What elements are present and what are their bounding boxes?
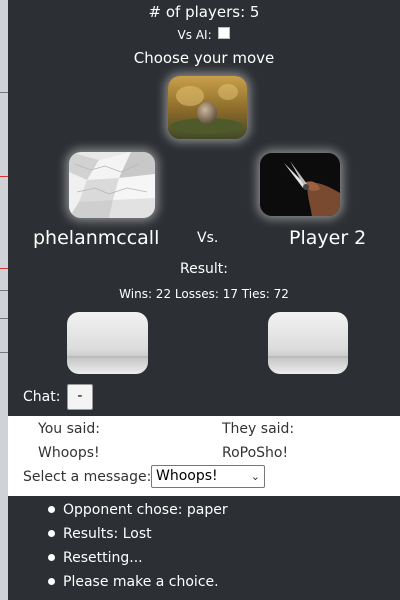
chat-panel: You said: They said: Whoops! RoPoSho! Se… bbox=[8, 416, 400, 496]
message-select[interactable]: Whoops! ⌄ bbox=[151, 465, 265, 488]
rock-move-button[interactable] bbox=[168, 76, 247, 139]
edge-tick bbox=[0, 290, 8, 291]
edge-tick bbox=[0, 352, 8, 353]
vs-label: Vs. bbox=[197, 230, 219, 246]
select-message-label: Select a message: bbox=[23, 469, 152, 485]
chevron-down-icon: ⌄ bbox=[250, 470, 260, 483]
player-left-choice-slot bbox=[67, 312, 148, 374]
player-right-choice-slot bbox=[268, 312, 348, 374]
player-left-name: phelanmccall bbox=[33, 227, 160, 249]
edge-tick bbox=[0, 268, 8, 269]
message-select-value: Whoops! bbox=[156, 468, 218, 484]
vs-ai-checkbox[interactable] bbox=[218, 27, 231, 39]
paper-move-button[interactable] bbox=[69, 152, 155, 218]
score-stats: Wins: 22 Losses: 17 Ties: 72 bbox=[119, 287, 289, 301]
rock-image bbox=[168, 76, 247, 139]
they-said-message: RoPoSho! bbox=[222, 445, 289, 461]
they-said-label: They said: bbox=[222, 421, 295, 437]
edge-tick bbox=[0, 318, 8, 319]
you-said-message: Whoops! bbox=[38, 445, 100, 461]
log-item: Opponent chose: paper bbox=[46, 500, 228, 524]
edge-tick bbox=[0, 176, 8, 177]
status-log: Opponent chose: paper Results: Lost Rese… bbox=[46, 500, 228, 596]
empty-choice-image bbox=[268, 312, 348, 374]
chat-label: Chat: bbox=[23, 389, 61, 405]
crumpled-paper-image bbox=[69, 152, 155, 218]
scissors-image bbox=[260, 153, 340, 216]
chat-row: Chat: - bbox=[23, 384, 93, 410]
vs-ai-row: Vs AI: bbox=[8, 27, 400, 42]
result-label: Result: bbox=[180, 261, 228, 277]
edge-tick bbox=[0, 92, 8, 93]
log-item: Results: Lost bbox=[46, 524, 228, 548]
log-item: Resetting... bbox=[46, 548, 228, 572]
players-count: # of players: 5 bbox=[148, 3, 260, 21]
choose-move-prompt: Choose your move bbox=[133, 49, 275, 67]
vs-ai-label: Vs AI: bbox=[177, 28, 212, 42]
chat-toggle-button[interactable]: - bbox=[66, 384, 93, 410]
log-item: Please make a choice. bbox=[46, 572, 228, 596]
you-said-label: You said: bbox=[38, 421, 100, 437]
empty-choice-image bbox=[67, 312, 148, 374]
player-right-name: Player 2 bbox=[289, 227, 367, 249]
left-edge-bar bbox=[0, 0, 8, 600]
scissors-move-button[interactable] bbox=[260, 153, 340, 216]
